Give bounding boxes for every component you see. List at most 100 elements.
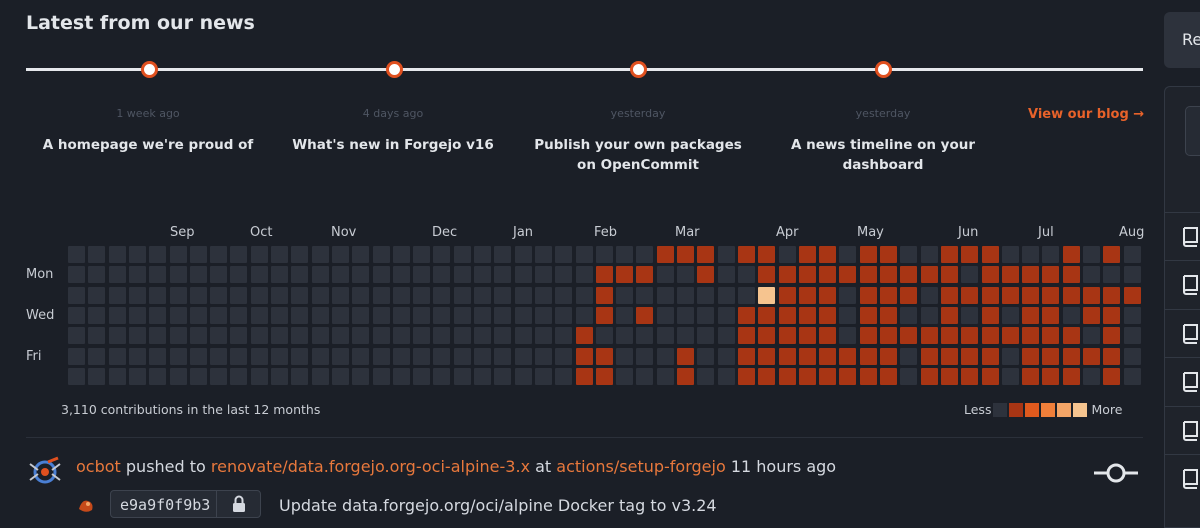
heatmap-cell[interactable]	[758, 348, 775, 365]
heatmap-cell[interactable]	[900, 348, 917, 365]
heatmap-cell[interactable]	[230, 348, 247, 365]
heatmap-cell[interactable]	[555, 348, 572, 365]
heatmap-cell[interactable]	[535, 348, 552, 365]
heatmap-cell[interactable]	[677, 368, 694, 385]
heatmap-cell[interactable]	[230, 368, 247, 385]
heatmap-cell[interactable]	[636, 327, 653, 344]
heatmap-cell[interactable]	[799, 266, 816, 283]
heatmap-cell[interactable]	[1022, 266, 1039, 283]
heatmap-cell[interactable]	[1083, 327, 1100, 344]
heatmap-cell[interactable]	[900, 327, 917, 344]
heatmap-cell[interactable]	[1022, 307, 1039, 324]
copy-sha-button[interactable]	[217, 491, 260, 517]
heatmap-cell[interactable]	[779, 348, 796, 365]
repo-icon[interactable]	[1180, 420, 1200, 442]
heatmap-cell[interactable]	[839, 307, 856, 324]
heatmap-cell[interactable]	[961, 307, 978, 324]
heatmap-cell[interactable]	[474, 246, 491, 263]
heatmap-cell[interactable]	[494, 307, 511, 324]
heatmap-cell[interactable]	[555, 368, 572, 385]
heatmap-cell[interactable]	[170, 327, 187, 344]
heatmap-cell[interactable]	[961, 327, 978, 344]
heatmap-cell[interactable]	[921, 246, 938, 263]
heatmap-cell[interactable]	[697, 287, 714, 304]
heatmap-cell[interactable]	[596, 327, 613, 344]
heatmap-cell[interactable]	[1124, 348, 1141, 365]
heatmap-cell[interactable]	[312, 266, 329, 283]
heatmap-cell[interactable]	[1022, 287, 1039, 304]
heatmap-cell[interactable]	[474, 307, 491, 324]
heatmap-cell[interactable]	[860, 327, 877, 344]
heatmap-cell[interactable]	[1063, 287, 1080, 304]
heatmap-cell[interactable]	[982, 348, 999, 365]
heatmap-cell[interactable]	[251, 307, 268, 324]
heatmap-cell[interactable]	[332, 307, 349, 324]
heatmap-cell[interactable]	[718, 307, 735, 324]
commit-sha-link[interactable]: e9a9f0f9b3	[111, 491, 217, 517]
heatmap-cell[interactable]	[1063, 348, 1080, 365]
heatmap-cell[interactable]	[474, 368, 491, 385]
heatmap-cell[interactable]	[454, 287, 471, 304]
heatmap-cell[interactable]	[636, 368, 653, 385]
heatmap-cell[interactable]	[576, 287, 593, 304]
heatmap-cell[interactable]	[88, 368, 105, 385]
heatmap-cell[interactable]	[251, 348, 268, 365]
heatmap-cell[interactable]	[515, 266, 532, 283]
heatmap-cell[interactable]	[433, 368, 450, 385]
heatmap-cell[interactable]	[779, 327, 796, 344]
heatmap-cell[interactable]	[860, 348, 877, 365]
heatmap-cell[interactable]	[1002, 327, 1019, 344]
heatmap-cell[interactable]	[312, 368, 329, 385]
heatmap-cell[interactable]	[697, 327, 714, 344]
heatmap-cell[interactable]	[413, 327, 430, 344]
heatmap-cell[interactable]	[170, 307, 187, 324]
heatmap-cell[interactable]	[880, 246, 897, 263]
heatmap-cell[interactable]	[474, 348, 491, 365]
heatmap-cell[interactable]	[494, 266, 511, 283]
heatmap-cell[interactable]	[230, 327, 247, 344]
heatmap-cell[interactable]	[373, 287, 390, 304]
heatmap-cell[interactable]	[230, 246, 247, 263]
heatmap-cell[interactable]	[799, 327, 816, 344]
heatmap-cell[interactable]	[291, 246, 308, 263]
heatmap-cell[interactable]	[535, 287, 552, 304]
heatmap-cell[interactable]	[210, 368, 227, 385]
heatmap-cell[interactable]	[961, 287, 978, 304]
heatmap-cell[interactable]	[839, 246, 856, 263]
heatmap-cell[interactable]	[68, 348, 85, 365]
heatmap-cell[interactable]	[393, 307, 410, 324]
heatmap-cell[interactable]	[373, 266, 390, 283]
heatmap-cell[interactable]	[576, 307, 593, 324]
heatmap-cell[interactable]	[1103, 307, 1120, 324]
heatmap-cell[interactable]	[149, 368, 166, 385]
heatmap-cell[interactable]	[535, 307, 552, 324]
heatmap-cell[interactable]	[312, 307, 329, 324]
heatmap-cell[interactable]	[129, 246, 146, 263]
heatmap-cell[interactable]	[68, 327, 85, 344]
heatmap-cell[interactable]	[149, 246, 166, 263]
heatmap-cell[interactable]	[373, 348, 390, 365]
heatmap-cell[interactable]	[170, 348, 187, 365]
heatmap-cell[interactable]	[454, 307, 471, 324]
heatmap-cell[interactable]	[860, 246, 877, 263]
heatmap-cell[interactable]	[961, 368, 978, 385]
heatmap-cell[interactable]	[799, 287, 816, 304]
heatmap-cell[interactable]	[1002, 287, 1019, 304]
heatmap-cell[interactable]	[312, 246, 329, 263]
heatmap-cell[interactable]	[636, 348, 653, 365]
heatmap-cell[interactable]	[738, 266, 755, 283]
heatmap-cell[interactable]	[636, 287, 653, 304]
heatmap-cell[interactable]	[190, 307, 207, 324]
heatmap-cell[interactable]	[170, 368, 187, 385]
heatmap-cell[interactable]	[636, 307, 653, 324]
heatmap-cell[interactable]	[1022, 327, 1039, 344]
heatmap-cell[interactable]	[555, 246, 572, 263]
heatmap-cell[interactable]	[454, 368, 471, 385]
heatmap-cell[interactable]	[1083, 348, 1100, 365]
heatmap-cell[interactable]	[657, 266, 674, 283]
heatmap-cell[interactable]	[312, 327, 329, 344]
heatmap-cell[interactable]	[393, 368, 410, 385]
heatmap-cell[interactable]	[393, 327, 410, 344]
news-headline-link[interactable]: A homepage we're proud of	[33, 135, 263, 155]
repo-icon[interactable]	[1180, 274, 1200, 296]
